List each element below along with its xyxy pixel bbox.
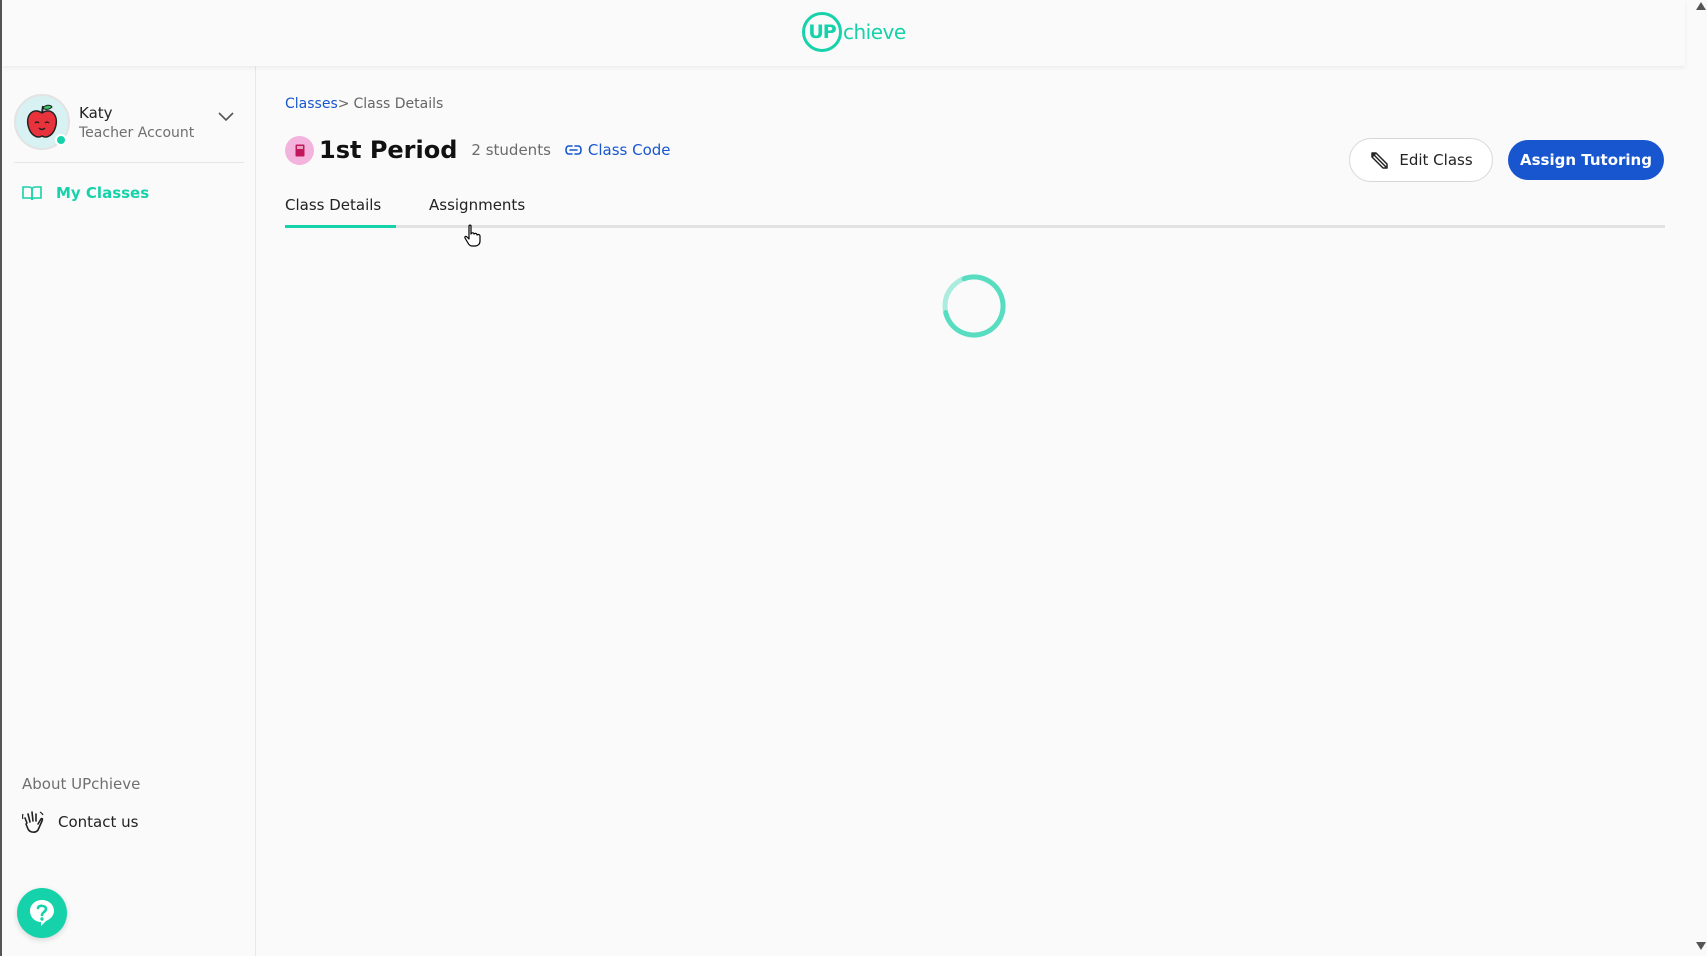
loading-spinner-icon <box>942 274 1006 338</box>
breadcrumb-classes-link[interactable]: Classes <box>285 96 338 112</box>
sidebar-item-label: My Classes <box>56 184 150 202</box>
help-button[interactable] <box>17 888 67 938</box>
breadcrumb-current: Class Details <box>353 96 444 112</box>
sidebar-item-my-classes[interactable]: My Classes <box>22 184 149 202</box>
breadcrumb-separator: > <box>337 96 350 112</box>
tab-class-details[interactable]: Class Details <box>285 196 381 214</box>
logo-up-mark: UP <box>802 12 842 52</box>
user-name: Katy <box>79 103 113 122</box>
book-open-icon <box>22 186 42 201</box>
link-icon <box>565 145 582 155</box>
user-role: Teacher Account <box>79 124 195 141</box>
notebook-icon <box>295 144 304 156</box>
question-bubble-icon <box>30 900 54 926</box>
online-status-dot <box>55 134 67 146</box>
tab-assignments[interactable]: Assignments <box>429 196 525 214</box>
active-tab-indicator <box>285 225 396 228</box>
avatar <box>14 94 70 150</box>
user-profile-menu[interactable]: Katy Teacher Account <box>14 90 244 154</box>
class-tabs: Class Details Assignments <box>285 188 1665 228</box>
scroll-down-arrow-icon[interactable] <box>1696 942 1706 950</box>
hand-pointer-cursor-icon <box>464 224 481 247</box>
edit-class-button[interactable]: Edit Class <box>1349 138 1493 182</box>
waving-hand-icon <box>22 811 44 833</box>
profile-text: Katy Teacher Account <box>79 104 194 141</box>
upchieve-logo[interactable]: UP chieve <box>802 12 906 52</box>
edit-class-label: Edit Class <box>1399 151 1473 169</box>
sidebar-divider <box>14 162 244 163</box>
class-code-label: Class Code <box>587 141 671 159</box>
class-code-link[interactable]: Class Code <box>565 141 671 159</box>
apple-icon <box>26 104 58 138</box>
page-title: 1st Period <box>319 136 458 164</box>
about-upchieve-link[interactable]: About UPchieve <box>22 775 140 793</box>
class-badge-icon <box>285 135 314 165</box>
main-content: Classes > Class Details 1st Period 2 stu… <box>257 66 1685 956</box>
top-header: UP chieve <box>2 0 1685 66</box>
pencil-icon <box>1371 152 1389 169</box>
logo-wordmark: chieve <box>843 20 906 44</box>
chevron-down-icon[interactable] <box>218 112 234 122</box>
student-count: 2 students <box>471 141 551 159</box>
breadcrumb: Classes > Class Details <box>285 96 443 112</box>
contact-us-label: Contact us <box>58 813 139 831</box>
sidebar: Katy Teacher Account My Classes About UP… <box>2 66 256 956</box>
class-title-row: 1st Period 2 students Class Code <box>285 132 671 168</box>
contact-us-link[interactable]: Contact us <box>22 810 138 834</box>
assign-tutoring-button[interactable]: Assign Tutoring <box>1508 140 1664 180</box>
scroll-up-arrow-icon[interactable] <box>1696 2 1706 10</box>
